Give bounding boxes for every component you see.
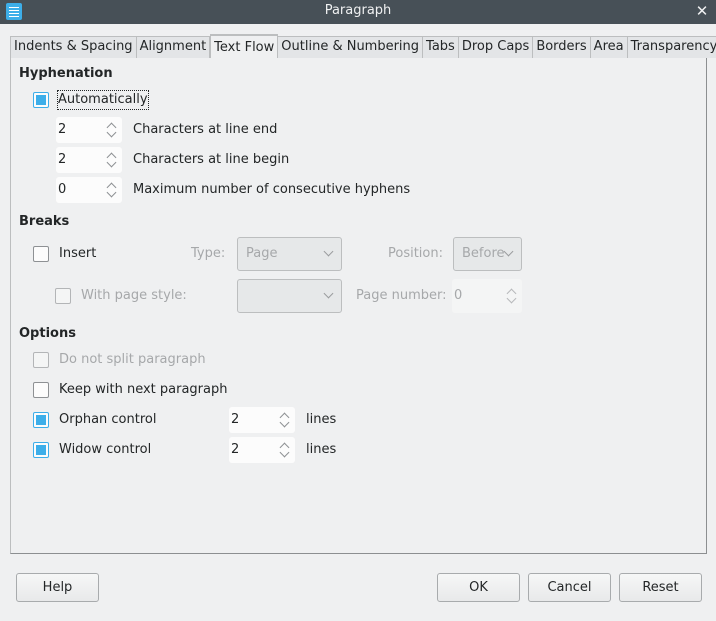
widow-lines-unit: lines	[306, 442, 337, 457]
insert-break-label[interactable]: Insert	[59, 245, 96, 263]
chars-line-end-label: Characters at line end	[133, 122, 278, 137]
orphan-lines-unit: lines	[306, 412, 337, 427]
max-hyphens-label: Maximum number of consecutive hyphens	[133, 182, 411, 197]
do-not-split-checkbox[interactable]	[33, 352, 49, 368]
do-not-split-label[interactable]: Do not split paragraph	[59, 351, 206, 369]
tab-alignment[interactable]: Alignment	[136, 36, 211, 58]
chars-line-begin-spinbox[interactable]: 2	[56, 147, 122, 173]
tab-borders[interactable]: Borders	[533, 36, 591, 58]
tab-drop-caps[interactable]: Drop Caps	[458, 36, 534, 58]
orphan-control-checkbox[interactable]	[33, 412, 49, 428]
break-position-value: Before	[462, 246, 505, 261]
keep-with-next-checkbox[interactable]	[33, 382, 49, 398]
tab-tabs[interactable]: Tabs	[423, 36, 459, 58]
chars-line-begin-value: 2	[58, 152, 67, 167]
with-page-style-checkbox[interactable]	[55, 288, 71, 304]
help-button[interactable]: Help	[16, 573, 99, 602]
break-position-select[interactable]: Before	[453, 237, 522, 271]
hyphenation-heading: Hyphenation	[19, 66, 113, 81]
page-style-select[interactable]	[237, 279, 342, 313]
widow-control-checkbox[interactable]	[33, 442, 49, 458]
chevron-down-icon	[323, 246, 334, 257]
break-type-select[interactable]: Page	[237, 237, 342, 271]
tab-bar: Indents & Spacing Alignment Text Flow Ou…	[10, 34, 716, 58]
orphan-control-label[interactable]: Orphan control	[59, 411, 156, 429]
max-hyphens-value: 0	[58, 182, 67, 197]
chars-line-end-value: 2	[58, 122, 67, 137]
orphan-lines-spinbox[interactable]: 2	[229, 407, 295, 433]
chevron-down-icon	[323, 288, 334, 299]
tab-text-flow[interactable]: Text Flow	[210, 34, 279, 58]
break-position-label: Position:	[388, 246, 443, 261]
chevron-down-icon	[503, 246, 514, 257]
close-icon[interactable]: ✕	[694, 1, 710, 21]
spin-arrows-icon[interactable]	[279, 441, 291, 459]
insert-break-checkbox[interactable]	[33, 246, 49, 262]
page-number-label: Page number:	[356, 288, 447, 303]
widow-control-label[interactable]: Widow control	[59, 441, 151, 459]
chars-line-begin-label: Characters at line begin	[133, 152, 290, 167]
spin-arrows-icon[interactable]	[106, 151, 118, 169]
widow-lines-value: 2	[231, 442, 240, 457]
automatically-label[interactable]: Automatically	[57, 90, 149, 110]
page-number-value: 0	[454, 288, 463, 303]
tab-indents-spacing[interactable]: Indents & Spacing	[10, 36, 137, 58]
widow-lines-spinbox[interactable]: 2	[229, 437, 295, 463]
spin-arrows-icon[interactable]	[106, 121, 118, 139]
with-page-style-label[interactable]: With page style:	[81, 287, 187, 305]
orphan-lines-value: 2	[231, 412, 240, 427]
reset-button[interactable]: Reset	[619, 573, 702, 602]
chars-line-end-spinbox[interactable]: 2	[56, 117, 122, 143]
ok-button[interactable]: OK	[437, 573, 520, 602]
spin-arrows-icon[interactable]	[279, 411, 291, 429]
spin-arrows-icon[interactable]	[506, 287, 518, 305]
break-type-value: Page	[246, 246, 278, 261]
tab-outline-numbering[interactable]: Outline & Numbering	[278, 36, 424, 58]
window-title: Paragraph	[324, 3, 392, 18]
max-hyphens-spinbox[interactable]: 0	[56, 177, 122, 203]
automatically-checkbox[interactable]	[33, 92, 49, 108]
tab-transparency[interactable]: Transparency	[627, 36, 716, 58]
page-number-spinbox[interactable]: 0	[452, 279, 522, 313]
breaks-heading: Breaks	[19, 214, 70, 229]
break-type-label: Type:	[191, 246, 226, 261]
cancel-button[interactable]: Cancel	[528, 573, 611, 602]
options-heading: Options	[19, 326, 76, 341]
keep-with-next-label[interactable]: Keep with next paragraph	[59, 381, 228, 399]
tab-area[interactable]: Area	[590, 36, 628, 58]
spin-arrows-icon[interactable]	[106, 181, 118, 199]
